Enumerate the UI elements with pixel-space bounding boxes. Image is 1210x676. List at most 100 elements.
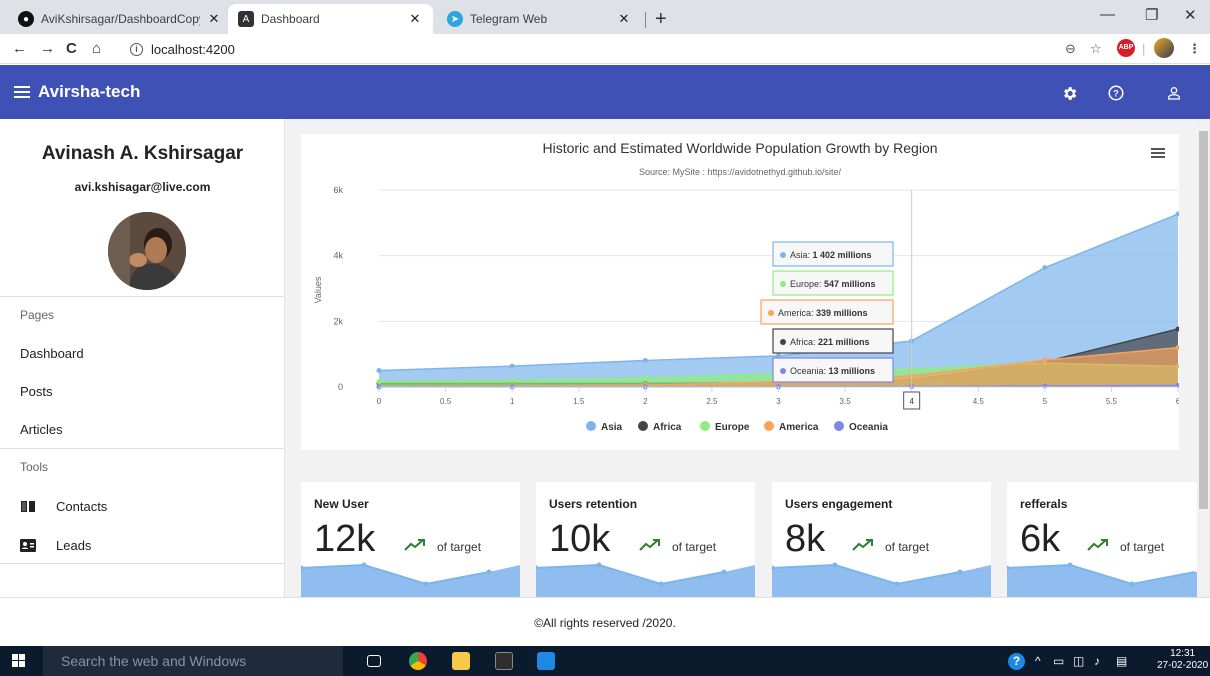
legend-item-asia: Asia [601, 422, 623, 433]
telegram-icon: ➤ [447, 11, 463, 27]
tooltip-series: America: [778, 308, 816, 318]
chrome-icon[interactable] [409, 652, 427, 670]
chart-title: Historic and Estimated Worldwide Populat… [542, 140, 937, 156]
notifications-icon[interactable]: ▤ [1116, 654, 1127, 668]
chart-menu-icon[interactable] [1151, 146, 1165, 160]
sidebar-item-articles[interactable]: Articles [20, 422, 63, 437]
clock-time: 12:31 [1170, 648, 1196, 659]
volume-icon[interactable]: ♪ [1094, 654, 1100, 668]
kpi-sparkline [772, 562, 991, 597]
browser-menu-icon[interactable]: ⋮ [1188, 41, 1201, 57]
sidebar-divider [0, 563, 285, 564]
tab-title: AviKshirsagar/DashboardCopy1 [41, 12, 200, 26]
tooltip-value: 221 millions [818, 337, 870, 347]
sidebar-item-label: Contacts [56, 499, 108, 514]
legend-marker [638, 421, 648, 431]
forward-icon[interactable]: → [40, 40, 55, 57]
new-tab-button[interactable]: + [655, 8, 667, 31]
toolbar-divider: | [1142, 41, 1146, 56]
taskbar-search-placeholder: Search the web and Windows [61, 653, 247, 669]
account-icon[interactable] [1164, 83, 1184, 103]
sidebar: Avinash A. Kshirsagar avi.kshisagar@live… [0, 119, 285, 597]
browser-tab-strip: ● AviKshirsagar/DashboardCopy1 ✕ A Dashb… [0, 0, 1210, 34]
x-tick-label: 1.5 [573, 397, 585, 406]
kpi-card-users-retention: Users retention 10k of target [536, 482, 755, 597]
sidebar-divider [0, 448, 285, 449]
home-icon[interactable]: ⌂ [92, 40, 101, 57]
kpi-value: 10k [549, 518, 611, 560]
help-tray-icon[interactable]: ? [1008, 653, 1025, 670]
tooltip-text: Oceania: 13 millions [790, 366, 875, 376]
main-scrollbar[interactable] [1197, 119, 1210, 597]
restore-button[interactable]: ❐ [1145, 6, 1158, 24]
battery-icon[interactable]: ▭ [1053, 654, 1064, 668]
reload-icon[interactable]: C [66, 40, 77, 57]
adblock-icon[interactable]: ABP [1117, 39, 1135, 57]
menu-icon[interactable] [14, 83, 30, 101]
zoom-icon[interactable]: ⊖ [1065, 41, 1076, 57]
population-chart-card: Historic and Estimated Worldwide Populat… [301, 134, 1181, 450]
tooltip-value: 1 402 millions [813, 250, 872, 260]
population-chart: Historic and Estimated Worldwide Populat… [313, 140, 1181, 433]
info-icon[interactable]: i [130, 42, 143, 56]
tooltip-series: Oceania: [790, 366, 829, 376]
settings-icon[interactable] [1059, 83, 1079, 103]
x-tick-label: 0 [377, 397, 382, 406]
chart-subtitle: Source: MySite : https://avidotnethyd.gi… [639, 167, 842, 177]
kpi-title: refferals [1020, 497, 1068, 511]
url-input[interactable]: i localhost:4200 [130, 37, 1090, 61]
file-explorer-icon[interactable] [452, 652, 470, 670]
windows-start-icon[interactable] [12, 654, 26, 668]
task-view-icon[interactable] [367, 655, 381, 667]
tooltip-series: Africa: [790, 337, 818, 347]
tooltip-value: 13 millions [829, 366, 876, 376]
taskbar-clock[interactable]: 12:31 27-02-2020 [1157, 648, 1208, 672]
legend-marker [834, 421, 844, 431]
app-title: Avirsha-tech [14, 82, 140, 102]
tab-github[interactable]: ● AviKshirsagar/DashboardCopy1 ✕ [8, 4, 232, 34]
x-tick-label: 4.5 [973, 397, 985, 406]
profile-name: Avinash A. Kshirsagar [41, 143, 244, 164]
minimize-button[interactable]: — [1100, 6, 1115, 23]
sidebar-item-posts[interactable]: Posts [20, 384, 53, 399]
tab-telegram[interactable]: ➤ Telegram Web ✕ [437, 4, 642, 34]
sidebar-item-dashboard[interactable]: Dashboard [20, 346, 84, 361]
data-point-europe [642, 375, 648, 381]
github-icon: ● [18, 11, 34, 27]
vscode-icon[interactable] [537, 652, 555, 670]
tooltip-value: 339 millions [816, 308, 868, 318]
taskbar-search-input[interactable]: Search the web and Windows [43, 646, 343, 676]
tab-title: Dashboard [261, 12, 320, 26]
x-tick-label: 0.5 [440, 397, 452, 406]
sidebar-item-contacts[interactable]: Contacts [20, 499, 107, 514]
back-icon[interactable]: ← [12, 40, 27, 57]
data-point-asia [376, 368, 382, 374]
window-close-button[interactable]: ✕ [1184, 6, 1197, 24]
kpi-title: Users retention [549, 497, 638, 511]
main-content: Historic and Estimated Worldwide Populat… [285, 119, 1210, 597]
data-point-america [1042, 357, 1048, 363]
address-bar: ← → C ⌂ i localhost:4200 ⊖ ☆ | ⋮ [0, 34, 1210, 64]
browser-profile-avatar[interactable] [1154, 38, 1174, 58]
tooltip-marker [780, 281, 786, 287]
trending-up-icon [639, 539, 660, 551]
scrollbar-thumb[interactable] [1199, 131, 1208, 509]
kpi-value: 8k [785, 518, 826, 560]
sidebar-item-leads[interactable]: Leads [20, 538, 91, 553]
close-icon[interactable]: ✕ [616, 11, 632, 27]
close-icon[interactable]: ✕ [206, 11, 222, 27]
profile-email: avi.kshisagar@live.com [74, 180, 211, 194]
data-point-europe [509, 377, 515, 383]
terminal-icon[interactable] [495, 652, 513, 670]
help-icon[interactable]: ? [1106, 83, 1126, 103]
kpi-card-new-user: New User 12k of target [301, 482, 520, 597]
bookmark-star-icon[interactable]: ☆ [1090, 41, 1102, 57]
kpi-target-label: of target [885, 540, 930, 554]
network-icon[interactable]: ◫ [1073, 654, 1084, 668]
tray-expand-icon[interactable]: ^ [1035, 654, 1041, 668]
tab-dashboard[interactable]: A Dashboard ✕ [228, 4, 433, 34]
tooltip-text: Asia: 1 402 millions [790, 250, 872, 260]
x-tick-label: 2.5 [706, 397, 718, 406]
close-icon[interactable]: ✕ [407, 11, 423, 27]
footer: ©All rights reserved /2020. [0, 597, 1210, 645]
